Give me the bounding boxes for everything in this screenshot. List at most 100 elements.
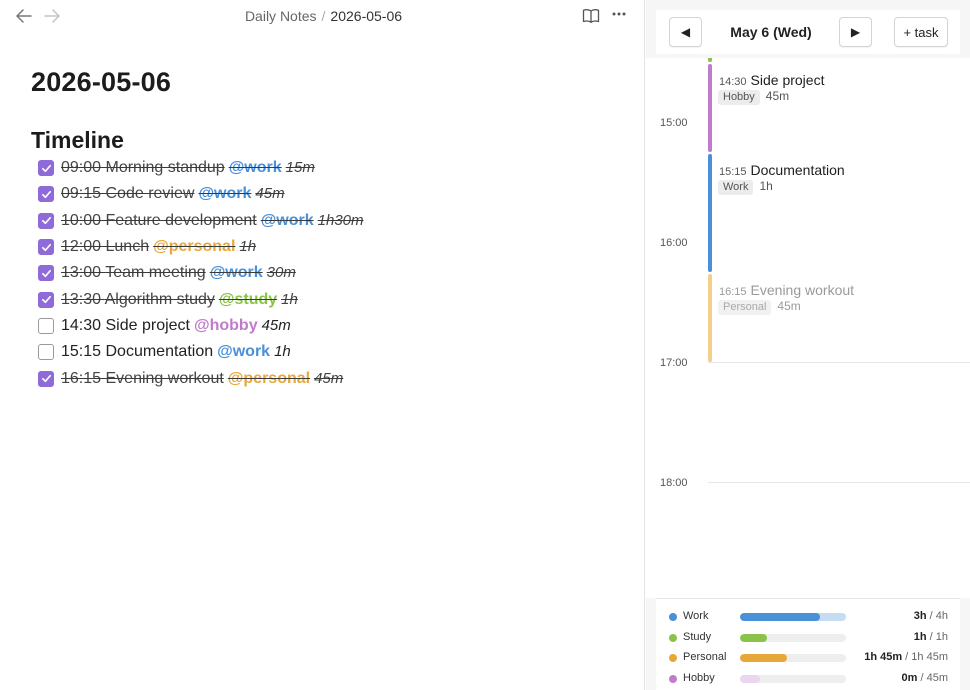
checked-checkbox-icon[interactable] bbox=[38, 291, 54, 308]
task-item[interactable]: 15:15 Documentation @work 1h bbox=[38, 339, 638, 365]
hour-label: 16:00 bbox=[660, 237, 688, 249]
task-tag[interactable]: @work bbox=[229, 159, 282, 176]
task-item[interactable]: 16:15 Evening workout @personal 45m bbox=[38, 365, 638, 391]
checked-checkbox-icon[interactable] bbox=[38, 186, 54, 203]
summary-category-label: Personal bbox=[683, 651, 727, 663]
event-title: Side project bbox=[750, 72, 825, 88]
task-item[interactable]: 09:00 Morning standup @work 15m bbox=[38, 155, 638, 181]
task-tag[interactable]: @study bbox=[219, 291, 277, 308]
task-tag[interactable]: @work bbox=[210, 264, 263, 281]
task-time: 09:00 bbox=[61, 159, 102, 177]
checked-checkbox-icon[interactable] bbox=[38, 160, 54, 177]
breadcrumb: Daily Notes/2026-05-06 bbox=[0, 8, 647, 24]
event-duration: 1h bbox=[759, 179, 773, 193]
event-category-tag: Personal bbox=[718, 300, 772, 315]
category-dot-icon bbox=[669, 674, 677, 683]
task-time: 09:15 bbox=[61, 185, 102, 203]
task-text: 09:00 Morning standup @work 15m bbox=[61, 159, 315, 177]
task-tag[interactable]: @personal bbox=[228, 370, 310, 387]
summary-total: 1h 45m bbox=[911, 651, 948, 663]
task-text: 09:15 Code review @work 45m bbox=[61, 185, 285, 203]
previous-day-button[interactable]: ◀ bbox=[669, 17, 702, 47]
task-text: 10:00 Feature development @work 1h30m bbox=[61, 212, 364, 230]
task-title: Team meeting bbox=[105, 264, 206, 282]
task-item[interactable]: 12:00 Lunch @personal 1h bbox=[38, 234, 638, 260]
summary-progress-fill bbox=[740, 613, 820, 621]
task-item[interactable]: 09:15 Code review @work 45m bbox=[38, 181, 638, 207]
summary-done: 0m bbox=[901, 671, 918, 684]
task-title: Documentation bbox=[105, 343, 214, 361]
checked-checkbox-icon[interactable] bbox=[38, 239, 54, 256]
summary-total: 4h bbox=[935, 610, 948, 622]
event-color-bar bbox=[708, 64, 712, 152]
previous-event-sliver bbox=[708, 58, 712, 62]
summary-progress-fill bbox=[740, 654, 787, 662]
task-text: 13:30 Algorithm study @study 1h bbox=[61, 291, 298, 309]
summary-row: Study 1h / 1h bbox=[656, 628, 960, 648]
day-planner-pane: ◀ May 6 (Wed) ▶ + task 15:00 16:00 17:00… bbox=[646, 0, 970, 690]
timeline-event[interactable]: 16:15 Evening workout Personal 45m bbox=[708, 274, 970, 362]
summary-value: 0m / 45m bbox=[902, 672, 948, 684]
event-time: 16:15 bbox=[719, 286, 747, 298]
hour-line bbox=[708, 482, 970, 483]
task-title: Code review bbox=[105, 185, 195, 203]
summary-separator: / bbox=[926, 610, 936, 622]
task-duration: 45m bbox=[261, 316, 291, 334]
task-tag[interactable]: @personal bbox=[153, 238, 235, 255]
next-day-button[interactable]: ▶ bbox=[839, 17, 872, 47]
task-tag[interactable]: @work bbox=[217, 343, 270, 360]
timeline-event[interactable]: 15:15 Documentation Work 1h bbox=[708, 154, 970, 272]
task-time: 14:30 bbox=[61, 316, 102, 334]
task-time: 13:00 bbox=[61, 264, 102, 282]
task-duration: 1h bbox=[239, 238, 257, 256]
summary-value: 1h / 1h bbox=[914, 631, 948, 643]
breadcrumb-parent[interactable]: Daily Notes bbox=[245, 8, 317, 24]
task-item[interactable]: 10:00 Feature development @work 1h30m bbox=[38, 208, 638, 234]
summary-row: Hobby 0m / 45m bbox=[656, 669, 960, 689]
add-task-button[interactable]: + task bbox=[894, 17, 948, 47]
checked-checkbox-icon[interactable] bbox=[38, 212, 54, 229]
breadcrumb-current[interactable]: 2026-05-06 bbox=[330, 8, 402, 24]
planner-header: ◀ May 6 (Wed) ▶ + task bbox=[656, 10, 960, 54]
timeline-event[interactable]: 14:30 Side project Hobby 45m bbox=[708, 64, 970, 152]
event-color-bar bbox=[708, 154, 712, 272]
task-text: 14:30 Side project @hobby 45m bbox=[61, 317, 291, 335]
summary-category-label: Hobby bbox=[683, 671, 715, 684]
breadcrumb-separator: / bbox=[321, 8, 326, 24]
unchecked-checkbox-icon[interactable] bbox=[38, 344, 54, 361]
summary-category-label: Work bbox=[683, 610, 709, 622]
more-options-icon[interactable] bbox=[609, 6, 629, 24]
event-category-tag: Work bbox=[718, 180, 754, 195]
task-item[interactable]: 14:30 Side project @hobby 45m bbox=[38, 313, 638, 339]
summary-row: Personal 1h 45m / 1h 45m bbox=[656, 648, 960, 668]
event-duration: 45m bbox=[777, 299, 801, 313]
task-item[interactable]: 13:30 Algorithm study @study 1h bbox=[38, 286, 638, 312]
hour-line bbox=[708, 362, 970, 363]
task-time: 13:30 bbox=[61, 290, 102, 308]
event-category-tag: Hobby bbox=[718, 90, 760, 105]
summary-progress-fill bbox=[740, 633, 767, 642]
checked-checkbox-icon[interactable] bbox=[38, 370, 54, 387]
task-tag[interactable]: @work bbox=[198, 185, 251, 202]
summary-value: 3h / 4h bbox=[914, 610, 948, 622]
unchecked-checkbox-icon[interactable] bbox=[38, 317, 54, 334]
summary-category-label: Study bbox=[683, 630, 712, 643]
task-item[interactable]: 13:00 Team meeting @work 30m bbox=[38, 260, 638, 286]
task-list: 09:00 Morning standup @work 15m 09:15 Code … bbox=[38, 155, 638, 392]
task-title: Evening workout bbox=[105, 369, 224, 387]
task-title: Algorithm study bbox=[104, 290, 215, 308]
category-dot-icon bbox=[669, 633, 677, 642]
summary-progress-track bbox=[740, 613, 846, 621]
task-text: 13:00 Team meeting @work 30m bbox=[61, 264, 296, 282]
event-time: 14:30 bbox=[719, 76, 747, 88]
hour-label: 17:00 bbox=[660, 357, 688, 369]
task-tag[interactable]: @hobby bbox=[194, 317, 258, 334]
book-icon[interactable] bbox=[582, 7, 600, 25]
planner-date: May 6 (Wed) bbox=[730, 24, 812, 40]
summary-progress-track bbox=[740, 654, 846, 662]
planner-timeline[interactable]: 15:00 16:00 17:00 18:00 14:30 Side projec… bbox=[646, 58, 970, 598]
checked-checkbox-icon[interactable] bbox=[38, 265, 54, 282]
event-duration: 45m bbox=[765, 89, 790, 103]
task-tag[interactable]: @work bbox=[261, 212, 314, 229]
task-time: 16:15 bbox=[61, 369, 102, 387]
